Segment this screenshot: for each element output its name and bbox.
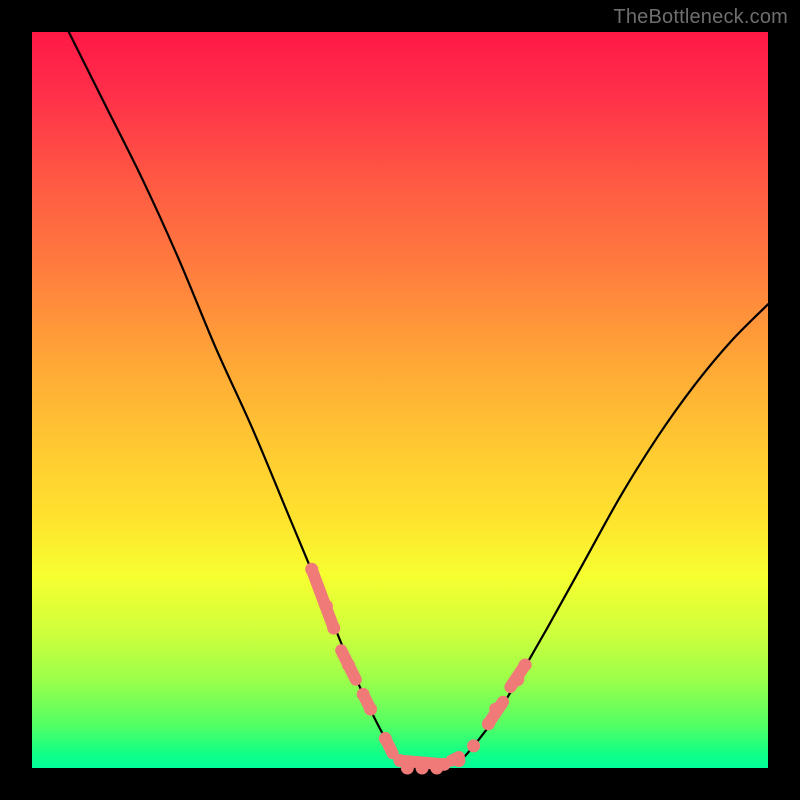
highlight-dot: [511, 673, 524, 686]
highlight-dot: [327, 622, 340, 635]
bottleneck-curve: [69, 32, 768, 769]
highlight-dot: [342, 658, 355, 671]
chart-frame: TheBottleneck.com: [0, 0, 800, 800]
highlight-dot: [357, 688, 370, 701]
highlight-dot: [519, 658, 532, 671]
highlight-dots: [305, 563, 531, 775]
curve-layer: [32, 32, 768, 768]
highlight-dot: [320, 600, 333, 613]
highlight-dot: [482, 717, 495, 730]
highlight-segment: [312, 569, 334, 628]
highlight-dot: [364, 703, 377, 716]
highlight-dot: [379, 732, 392, 745]
highlight-dot: [305, 563, 318, 576]
highlight-dot: [438, 758, 451, 771]
highlight-dot: [401, 762, 414, 775]
watermark-text: TheBottleneck.com: [613, 6, 788, 29]
highlight-dot: [416, 762, 429, 775]
highlight-dot: [467, 739, 480, 752]
highlight-dot: [489, 703, 502, 716]
highlight-dot: [452, 754, 465, 767]
plot-area: [32, 32, 768, 768]
